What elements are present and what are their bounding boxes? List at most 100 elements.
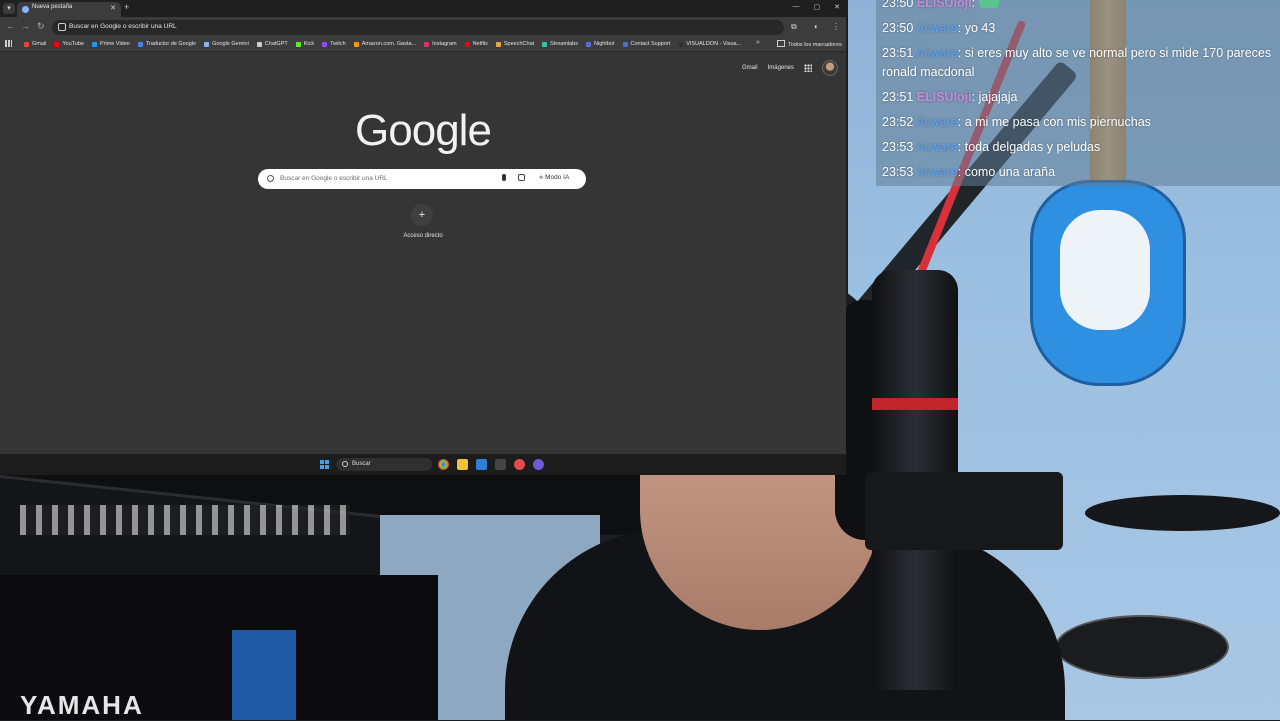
chat-message: 23:51 Acware: si eres muy alto se ve nor… [882, 46, 1272, 60]
bookmark-item[interactable]: Kick [295, 39, 315, 49]
app-icon[interactable] [495, 459, 506, 470]
bookmarks-bar: Gmail YouTube Prime Video Traductor de Goog… [0, 38, 846, 52]
bookmark-item[interactable]: Gmail [24, 39, 46, 49]
chat-timestamp: 23:53 [882, 165, 914, 179]
stream-chat-overlay: 23:50 ELISUloji: 23:50 Acware: yo 43 23:5… [876, 0, 1280, 186]
chat-message: 23:53 Acware: como una araña [882, 165, 1056, 179]
bookmark-favicon-icon [622, 41, 628, 47]
tab-search-icon[interactable]: ▾ [3, 3, 15, 14]
bookmark-favicon-icon [322, 41, 328, 47]
chat-timestamp: 23:50 [882, 0, 914, 10]
taskbar-apps [438, 459, 544, 470]
microphone-ring [872, 398, 958, 410]
add-shortcut-button[interactable]: + [411, 204, 433, 226]
chat-text: a mi me pasa con mis piernuchas [964, 115, 1151, 129]
bookmark-item[interactable]: Netflix [464, 39, 488, 49]
maximize-icon[interactable]: ▢ [814, 3, 821, 11]
recorder-icon[interactable] [514, 459, 525, 470]
bookmark-favicon-icon [678, 41, 684, 47]
google-g-icon [58, 23, 66, 31]
reload-icon[interactable]: ↻ [37, 21, 45, 32]
bookmark-favicon-icon [54, 41, 60, 47]
bookmark-label: Gmail [32, 41, 47, 47]
chat-username[interactable]: Acware [916, 140, 958, 154]
file-explorer-icon[interactable] [457, 459, 468, 470]
window-controls: — ▢ ✕ [793, 3, 841, 11]
bookmark-label: Kick [303, 41, 315, 47]
bookmark-item[interactable]: Amazon.com. Gasta... [353, 39, 417, 49]
bookmark-favicon-icon [92, 41, 97, 47]
apps-grid-icon[interactable] [5, 40, 12, 47]
chrome-icon[interactable] [438, 459, 449, 470]
search-icon [342, 461, 348, 467]
address-bar[interactable]: Buscar en Google o escribir una URL [52, 20, 784, 35]
chat-timestamp: 23:51 [882, 46, 914, 60]
chat-username[interactable]: ELISUloji [917, 90, 972, 104]
bookmark-label: Prime Video [100, 41, 130, 47]
ai-mode-label: Modo IA [545, 174, 570, 181]
bookmark-label: Twitch [330, 41, 346, 47]
chat-text: toda delgadas y peludas [964, 140, 1101, 154]
ai-mode-button[interactable]: ⟡ Modo IA [539, 174, 569, 182]
mic-clamp [865, 472, 1063, 550]
discord-icon[interactable] [533, 459, 544, 470]
images-link[interactable]: Imágenes [768, 65, 794, 71]
menu-kebab-icon[interactable]: ⋮ [832, 22, 840, 31]
bookmark-item[interactable]: Instagram [424, 39, 457, 49]
chat-text: como una araña [964, 165, 1056, 179]
bookmark-item[interactable]: SpeechChat [495, 39, 534, 49]
minimize-icon[interactable]: — [793, 3, 800, 11]
bookmark-item[interactable]: Prime Video [92, 39, 130, 49]
close-icon[interactable]: ✕ [110, 4, 116, 12]
all-bookmarks-folder[interactable]: Todos los marcadores [777, 40, 842, 48]
microphone-icon[interactable] [502, 174, 506, 181]
back-icon[interactable]: ← [6, 21, 15, 31]
browser-window: ▾ Nueva pestaña ✕ + — ▢ ✕ ← → ↻ Buscar e… [0, 0, 846, 454]
new-tab-plus-icon[interactable]: + [124, 2, 129, 12]
bookmark-favicon-icon [24, 41, 29, 47]
bookmark-item[interactable]: Contact Support [622, 39, 670, 49]
chat-timestamp: 23:50 [882, 21, 914, 35]
address-text: Buscar en Google o escribir una URL [69, 23, 177, 30]
bookmark-label: Instagram [432, 41, 457, 47]
bookmark-favicon-icon [137, 41, 143, 47]
chat-username[interactable]: Acware [916, 46, 958, 60]
bookmark-item[interactable]: Twitch [322, 39, 346, 49]
bookmarks-more-icon[interactable]: » [756, 39, 760, 46]
chat-message: 23:50 ELISUloji: [882, 0, 999, 10]
chat-username[interactable]: Acware [916, 21, 958, 35]
bookmark-item[interactable]: Google Gemini [204, 39, 249, 49]
bookmark-item[interactable]: YouTube [54, 39, 84, 49]
google-apps-icon[interactable] [804, 64, 812, 72]
gmail-link[interactable]: Gmail [742, 65, 758, 71]
bookmark-label: Netflix [472, 41, 488, 47]
bookmark-item[interactable]: ChatGPT [256, 39, 288, 49]
bookmark-item[interactable]: Streamlabs [542, 39, 578, 49]
avatar[interactable] [822, 60, 838, 76]
chat-message: 23:53 Acware: toda delgadas y peludas [882, 140, 1101, 154]
chat-username[interactable]: ELISUloji [917, 0, 972, 10]
box-stripe [232, 630, 296, 720]
search-icon [267, 175, 274, 182]
store-icon[interactable] [476, 459, 487, 470]
chat-username[interactable]: Acware [916, 165, 958, 179]
chat-message: 23:50 Acware: yo 43 [882, 21, 996, 35]
bookmark-item[interactable]: Nightbot [586, 39, 615, 49]
bookmark-label: Amazon.com. Gasta... [361, 41, 417, 47]
profile-toggle-icon[interactable]: ◐ [814, 22, 819, 31]
search-box[interactable]: Buscar en Google o escribir una URL ⟡ Mo… [258, 169, 586, 189]
google-lens-icon[interactable] [518, 174, 525, 181]
extensions-icon[interactable]: ⧉ [791, 22, 797, 32]
window-close-icon[interactable]: ✕ [834, 3, 840, 11]
taskbar-search[interactable]: Buscar [336, 458, 432, 471]
bookmark-item[interactable]: Traductor de Google [137, 39, 196, 49]
forward-icon[interactable]: → [21, 21, 30, 31]
bookmark-item[interactable]: VISUALDON - Visua... [678, 39, 741, 49]
chat-text: si eres muy alto se ve normal pero si mi… [964, 46, 1272, 60]
tab-new-tab[interactable]: Nueva pestaña ✕ [17, 2, 121, 17]
bookmark-favicon-icon [353, 41, 359, 47]
chat-timestamp: 23:51 [882, 90, 914, 104]
chat-username[interactable]: Acware [916, 115, 958, 129]
windows-start-icon[interactable] [320, 460, 329, 469]
chat-text: yo 43 [964, 21, 996, 35]
